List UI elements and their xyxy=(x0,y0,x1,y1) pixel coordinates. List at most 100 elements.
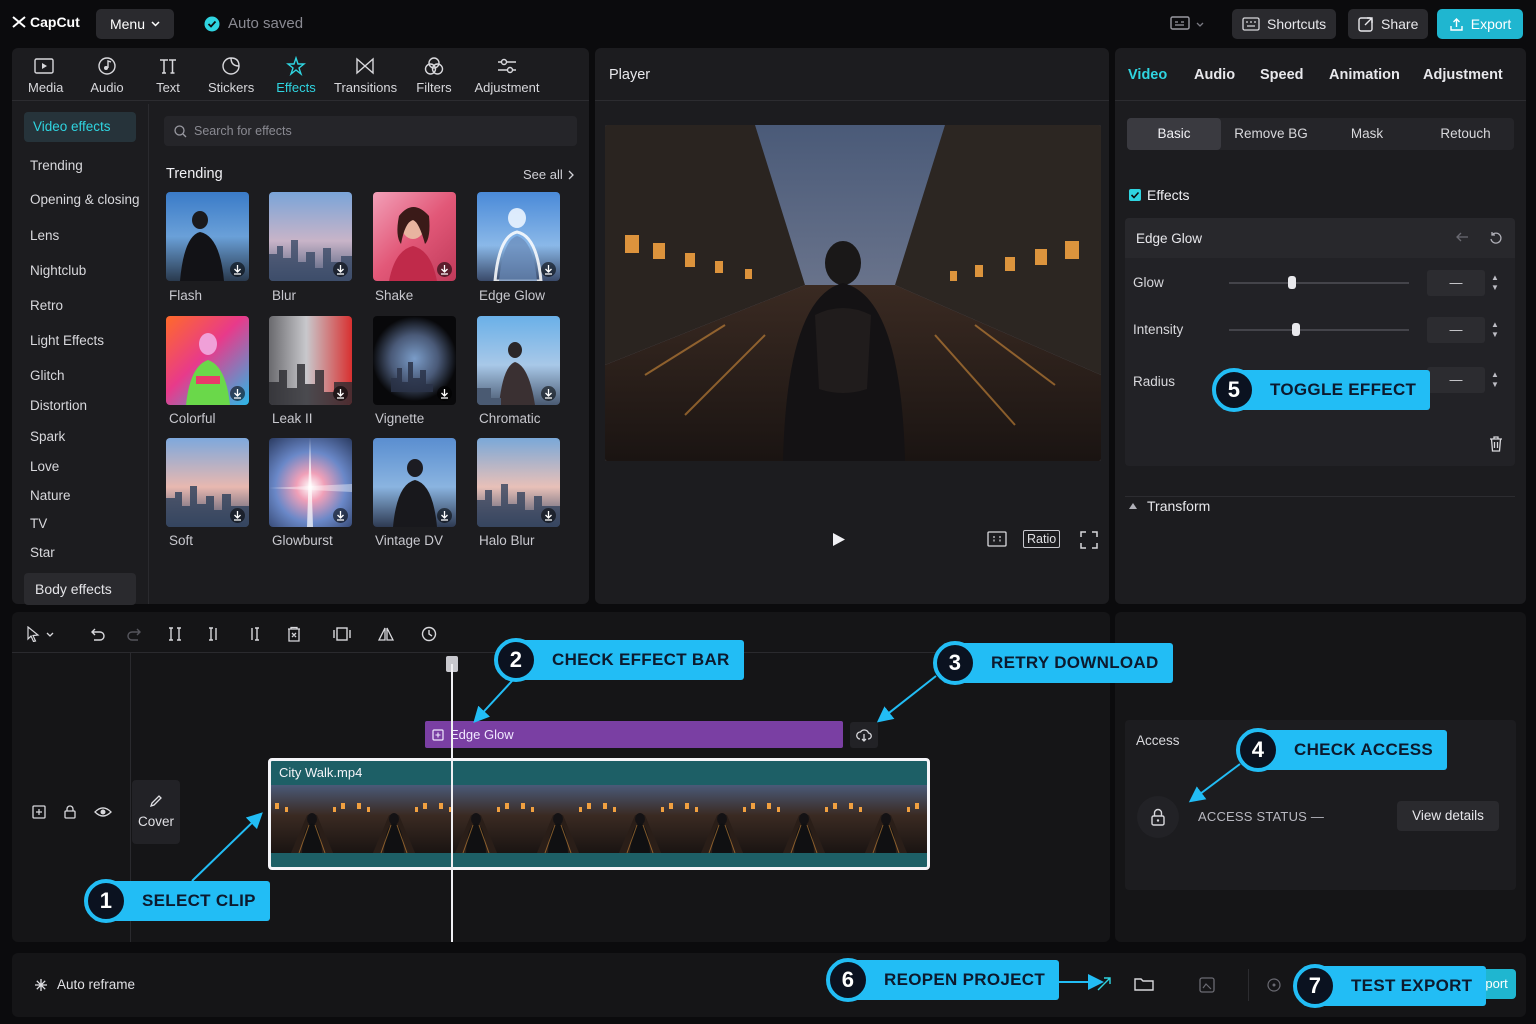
effect-thumb-leak-ii[interactable] xyxy=(269,316,352,405)
tab-speed[interactable]: Speed xyxy=(1260,67,1304,83)
tab-audio[interactable]: Audio xyxy=(89,56,125,95)
category-retro[interactable]: Retro xyxy=(30,298,63,313)
mirror-icon[interactable] xyxy=(377,626,395,642)
auto-reframe-button[interactable]: Auto reframe xyxy=(34,977,135,992)
category-trending[interactable]: Trending xyxy=(30,158,83,173)
category-tv[interactable]: TV xyxy=(30,516,47,531)
delete-left-icon[interactable] xyxy=(205,626,223,642)
category-star[interactable]: Star xyxy=(30,545,55,560)
download-icon[interactable] xyxy=(333,386,348,401)
effect-thumb-chromatic[interactable] xyxy=(477,316,560,405)
category-lens[interactable]: Lens xyxy=(30,228,59,243)
glow-slider[interactable] xyxy=(1229,276,1409,289)
cover-button[interactable]: Cover xyxy=(132,780,180,844)
effect-thumb-halo-blur[interactable] xyxy=(477,438,560,527)
tab-audio-inspector[interactable]: Audio xyxy=(1194,67,1235,83)
category-love[interactable]: Love xyxy=(30,459,59,474)
tab-animation[interactable]: Animation xyxy=(1329,67,1400,83)
tab-adjustment-inspector[interactable]: Adjustment xyxy=(1423,67,1503,83)
category-body-effects[interactable]: Body effects xyxy=(24,573,136,605)
effect-thumb-colorful[interactable] xyxy=(166,316,249,405)
tab-media[interactable]: Media xyxy=(28,56,63,95)
clock-icon[interactable] xyxy=(1267,978,1281,992)
category-video-effects[interactable]: Video effects xyxy=(24,112,136,142)
menu-button[interactable]: Menu xyxy=(96,9,174,39)
category-nightclub[interactable]: Nightclub xyxy=(30,263,86,278)
select-tool[interactable] xyxy=(26,626,54,642)
tab-stickers[interactable]: Stickers xyxy=(208,56,254,95)
download-icon[interactable] xyxy=(437,508,452,523)
download-icon[interactable] xyxy=(437,262,452,277)
playhead[interactable] xyxy=(451,664,453,942)
redo-icon[interactable] xyxy=(126,626,144,642)
effect-thumb-shake[interactable] xyxy=(373,192,456,281)
retry-download-button[interactable] xyxy=(850,722,878,748)
share-button[interactable]: Share xyxy=(1348,9,1429,39)
tab-adjustment[interactable]: Adjustment xyxy=(474,56,540,95)
track-add-icon[interactable] xyxy=(32,805,46,819)
glow-slider-knob[interactable] xyxy=(1288,276,1296,289)
effect-thumb-vintage-dv[interactable] xyxy=(373,438,456,527)
effect-thumb-soft[interactable] xyxy=(166,438,249,527)
see-all-link[interactable]: See all xyxy=(523,167,574,182)
transform-section-label[interactable]: Transform xyxy=(1147,498,1210,514)
play-button[interactable] xyxy=(832,532,846,547)
effect-thumb-glowburst[interactable] xyxy=(269,438,352,527)
glow-stepper[interactable]: ▲ ▼ xyxy=(1490,273,1500,293)
intensity-slider[interactable] xyxy=(1229,323,1409,336)
category-nature[interactable]: Nature xyxy=(30,488,71,503)
subtab-basic[interactable]: Basic xyxy=(1127,118,1221,150)
download-icon[interactable] xyxy=(333,262,348,277)
eye-icon[interactable] xyxy=(94,805,112,819)
delete-right-icon[interactable] xyxy=(245,626,263,642)
intensity-value[interactable]: — xyxy=(1427,317,1485,343)
back-arrow-icon[interactable] xyxy=(1455,231,1469,243)
intensity-stepper[interactable]: ▲ ▼ xyxy=(1490,320,1500,340)
subtab-retouch[interactable]: Retouch xyxy=(1417,118,1514,150)
freeze-icon[interactable] xyxy=(333,626,351,642)
subtab-mask[interactable]: Mask xyxy=(1321,118,1413,150)
tab-filters[interactable]: Filters xyxy=(416,56,452,95)
effect-bar-edge-glow[interactable]: Edge Glow xyxy=(425,721,843,748)
download-icon[interactable] xyxy=(333,508,348,523)
download-icon[interactable] xyxy=(230,262,245,277)
effect-thumb-flash[interactable] xyxy=(166,192,249,281)
download-icon[interactable] xyxy=(541,508,556,523)
video-clip-city-walk[interactable]: City Walk.mp4 xyxy=(268,758,930,870)
download-icon[interactable] xyxy=(541,262,556,277)
lock-icon[interactable] xyxy=(63,805,77,819)
category-opening-closing[interactable]: Opening & closing xyxy=(30,192,140,207)
delete-icon[interactable] xyxy=(285,626,303,642)
tab-transitions[interactable]: Transitions xyxy=(334,56,397,95)
category-light-effects[interactable]: Light Effects xyxy=(30,333,104,348)
radius-value[interactable]: — xyxy=(1427,367,1485,393)
split-icon[interactable] xyxy=(166,626,184,642)
reset-icon[interactable] xyxy=(1489,231,1503,245)
collapse-triangle-icon[interactable] xyxy=(1128,501,1138,510)
folder-icon[interactable] xyxy=(1134,976,1154,992)
search-input[interactable]: Search for effects xyxy=(164,116,577,146)
fullscreen-button[interactable] xyxy=(1080,531,1098,549)
trash-icon[interactable] xyxy=(1489,436,1503,452)
subtab-remove-bg[interactable]: Remove BG xyxy=(1225,118,1317,150)
tab-effects[interactable]: Effects xyxy=(276,56,316,95)
ratio-button[interactable]: Ratio xyxy=(1023,530,1061,548)
download-icon[interactable] xyxy=(437,386,452,401)
tab-text[interactable]: Text xyxy=(154,56,182,95)
tab-video[interactable]: Video xyxy=(1128,67,1167,83)
shortcuts-button[interactable]: Shortcuts xyxy=(1232,9,1337,39)
undo-icon[interactable] xyxy=(88,626,106,642)
layout-toggle[interactable] xyxy=(1170,16,1204,32)
effect-thumb-edge-glow[interactable] xyxy=(477,192,560,281)
export-button[interactable]: Export xyxy=(1437,9,1523,39)
category-glitch[interactable]: Glitch xyxy=(30,368,65,383)
download-icon[interactable] xyxy=(230,508,245,523)
media-library-icon[interactable] xyxy=(1199,977,1215,993)
category-distortion[interactable]: Distortion xyxy=(30,398,87,413)
radius-stepper[interactable]: ▲ ▼ xyxy=(1490,370,1500,390)
rotate-icon[interactable] xyxy=(420,626,438,642)
download-icon[interactable] xyxy=(541,386,556,401)
effect-thumb-blur[interactable] xyxy=(269,192,352,281)
safe-area-button[interactable] xyxy=(987,530,1007,548)
view-details-button[interactable]: View details xyxy=(1397,801,1499,831)
